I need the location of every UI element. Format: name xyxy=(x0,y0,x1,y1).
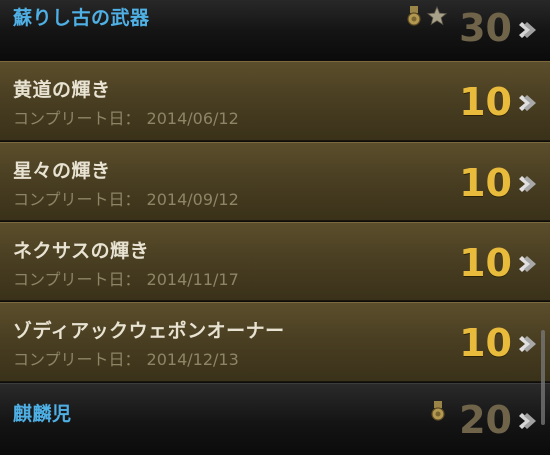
achievement-row[interactable]: 黄道の輝き コンプリート日： 2014/06/12 10 xyxy=(0,61,550,141)
chevron-right-icon xyxy=(519,95,536,111)
completion-date: 2014/11/17 xyxy=(146,270,239,289)
achievement-title: ゾディアックウェポンオーナー xyxy=(13,320,285,342)
chevron-right-icon xyxy=(519,256,536,272)
star-icon xyxy=(427,6,447,26)
achievement-list: 蘇りし古の武器 30 黄道の輝き コンプリート日： 2014/06/12 10 xyxy=(0,0,550,455)
scrollbar[interactable] xyxy=(541,330,545,425)
achievement-row[interactable]: 麒麟児 20 xyxy=(0,383,550,455)
completion-date-line: コンプリート日： 2014/06/12 xyxy=(13,105,239,129)
achievement-badges xyxy=(407,6,447,28)
chevron-right-icon xyxy=(519,176,536,192)
achievement-points: 10 xyxy=(459,161,512,205)
chevron-right-icon xyxy=(519,336,536,352)
medal-icon xyxy=(431,401,445,421)
achievement-title: 蘇りし古の武器 xyxy=(13,7,150,29)
completion-date-line: コンプリート日： 2014/12/13 xyxy=(13,346,239,370)
completion-date-line: コンプリート日： 2014/09/12 xyxy=(13,186,239,210)
achievement-title: ネクサスの輝き xyxy=(13,240,150,262)
achievement-points: 10 xyxy=(459,80,512,124)
completion-label: コンプリート日： xyxy=(13,270,141,289)
achievement-row[interactable]: 星々の輝き コンプリート日： 2014/09/12 10 xyxy=(0,142,550,221)
achievement-points: 10 xyxy=(459,241,512,285)
achievement-points: 10 xyxy=(459,321,512,365)
completion-label: コンプリート日： xyxy=(13,190,141,209)
completion-label: コンプリート日： xyxy=(13,350,141,369)
achievement-points: 30 xyxy=(459,6,512,50)
achievement-row[interactable]: ゾディアックウェポンオーナー コンプリート日： 2014/12/13 10 xyxy=(0,302,550,382)
completion-date: 2014/06/12 xyxy=(146,109,239,128)
achievement-points: 20 xyxy=(459,398,512,442)
achievement-row[interactable]: ネクサスの輝き コンプリート日： 2014/11/17 10 xyxy=(0,222,550,301)
achievement-title: 黄道の輝き xyxy=(13,79,111,101)
completion-date: 2014/12/13 xyxy=(146,350,239,369)
completion-date: 2014/09/12 xyxy=(146,190,239,209)
chevron-right-icon xyxy=(519,413,536,429)
achievement-title: 麒麟児 xyxy=(13,403,72,425)
achievement-row[interactable]: 蘇りし古の武器 30 xyxy=(0,0,550,60)
completion-date-line: コンプリート日： 2014/11/17 xyxy=(13,266,239,290)
medal-icon xyxy=(407,6,421,26)
completion-label: コンプリート日： xyxy=(13,109,141,128)
achievement-title: 星々の輝き xyxy=(13,160,111,182)
achievement-badges xyxy=(431,401,445,423)
chevron-right-icon xyxy=(519,22,536,38)
